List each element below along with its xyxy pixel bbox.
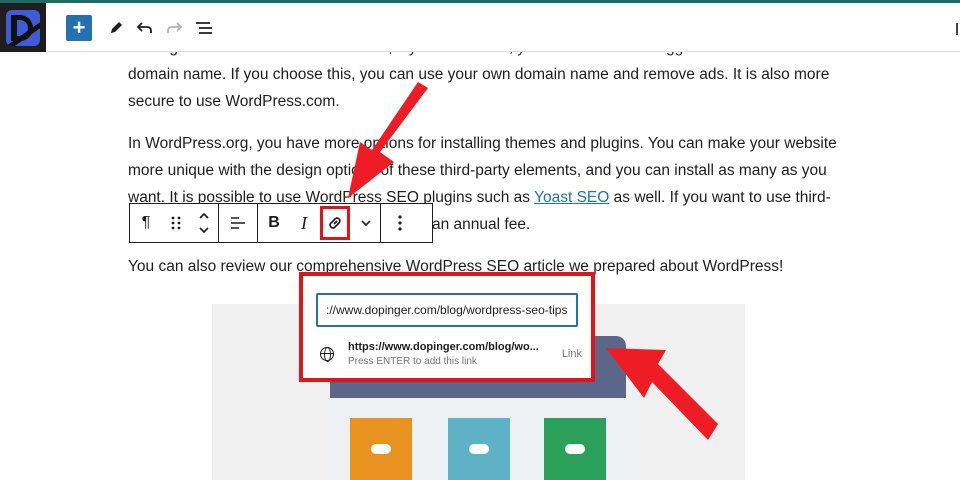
align-icon [231, 217, 245, 229]
link-suggestion[interactable]: https://www.dopinger.com/blog/wo... Pres… [316, 334, 586, 374]
more-options-icon [398, 215, 402, 231]
move-block-button[interactable] [190, 204, 218, 242]
document-overview-button[interactable] [191, 15, 217, 41]
link-button[interactable] [320, 206, 350, 240]
suggestion-hint: Press ENTER to add this link [348, 356, 477, 367]
undo-icon [136, 22, 152, 33]
italic-button[interactable]: I [290, 204, 318, 242]
link-icon [329, 217, 341, 229]
suggestion-type: Link [561, 348, 582, 360]
suggestion-url: https://www.dopinger.com/blog/wo... [348, 341, 539, 353]
add-block-button[interactable]: + [66, 15, 92, 41]
illustration-tile [350, 418, 412, 480]
paragraph-block-button[interactable]: ¶ [130, 204, 162, 242]
paragraph-line[interactable]: an annual fee. [432, 211, 530, 238]
bold-button[interactable]: B [258, 204, 290, 242]
block-toolbar: ¶ B I [129, 203, 433, 243]
undo-button[interactable] [132, 15, 158, 41]
logo-icon[interactable] [0, 3, 46, 52]
move-up-down-icon [199, 212, 209, 234]
link-popover: https://www.dopinger.com/blog/wo... Pres… [299, 272, 595, 382]
illustration-tile [448, 418, 510, 480]
alignment-group [219, 204, 258, 242]
plus-icon: + [72, 15, 86, 40]
drag-handle[interactable] [162, 204, 190, 242]
paragraph-line[interactable]: secure to use WordPress.com. [128, 88, 340, 115]
tools-button[interactable] [103, 15, 129, 41]
paragraph-line[interactable]: more unique with the design options of t… [128, 157, 827, 184]
yoast-seo-link[interactable]: Yoast SEO [534, 189, 609, 206]
redo-icon [167, 22, 183, 33]
drag-handle-icon [171, 216, 181, 230]
paragraph-icon: ¶ [141, 214, 151, 231]
illustration-tile [544, 418, 606, 480]
paragraph-line[interactable]: domain name. If you choose this, you can… [128, 61, 829, 88]
block-options-button[interactable] [381, 204, 419, 242]
bold-icon: B [268, 214, 280, 231]
link-url-input[interactable] [316, 293, 578, 327]
globe-icon [320, 347, 334, 362]
block-controls-group: ¶ [130, 204, 219, 242]
editor-top-bar: + [0, 0, 960, 52]
paragraph-line[interactable]: In WordPress.org, you have more options … [128, 130, 837, 157]
list-view-icon [196, 22, 212, 34]
chevron-down-icon [361, 220, 371, 227]
text-segment: as well. If you want to use third- [613, 189, 831, 206]
pencil-icon [111, 22, 122, 33]
align-button[interactable] [219, 204, 257, 242]
format-group: B I [258, 204, 381, 242]
options-group [381, 204, 419, 242]
redo-button[interactable] [161, 15, 187, 41]
options-icon[interactable] [956, 23, 960, 35]
italic-icon: I [301, 212, 307, 233]
more-formats-button[interactable] [352, 204, 380, 242]
